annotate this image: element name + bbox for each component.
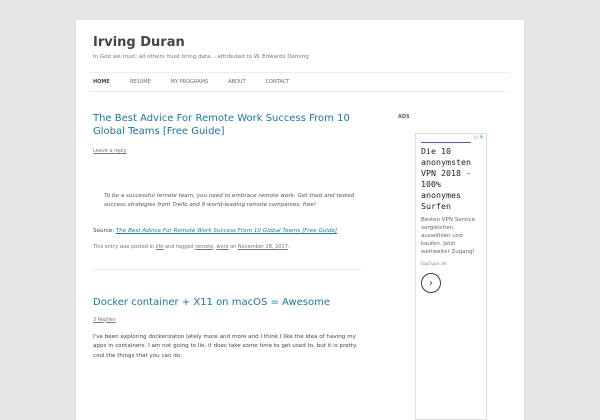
source-label: Source: [93, 227, 115, 234]
post: Docker container + X11 on macOS = Awesom… [93, 296, 363, 362]
post-title[interactable]: Docker container + X11 on macOS = Awesom… [93, 296, 363, 309]
ad-headline[interactable]: Die 10 anonymsten VPN 2018 - 100% anonym… [421, 146, 481, 212]
ad-top-bar [421, 142, 471, 143]
period: . [287, 244, 290, 250]
separator: , [213, 244, 215, 250]
footer-text: and tagged [164, 244, 194, 250]
leave-reply-link[interactable]: Leave a reply [93, 148, 363, 154]
content: The Best Advice For Remote Work Success … [93, 112, 363, 361]
ads-widget-title: ADS [398, 114, 410, 120]
post-title[interactable]: The Best Advice For Remote Work Success … [93, 112, 363, 138]
site-description: In God we trust; all others must bring d… [93, 54, 309, 60]
footer-text: on [230, 244, 237, 250]
date-link[interactable]: November 28, 2017 [238, 244, 288, 250]
ad-url[interactable]: top5vpn.de [421, 262, 481, 267]
ad-body: Besten VPN Service vergleichen, auswähle… [421, 217, 476, 255]
adchoices-close-icon[interactable]: ▷✕ [474, 134, 484, 141]
source-link[interactable]: The Best Advice For Remote Work Success … [116, 228, 337, 234]
page: Irving Duran In God we trust; all others… [76, 20, 524, 420]
tag-link[interactable]: work [216, 244, 228, 250]
post-quote: To be a successful remote team, you need… [104, 192, 355, 209]
main-nav: Home Resume My Programs About Contact [89, 72, 510, 92]
replies-link[interactable]: 3 Replies [93, 317, 363, 323]
post: The Best Advice For Remote Work Success … [93, 112, 363, 253]
nav-my-programs[interactable]: My Programs [171, 79, 208, 85]
site-title[interactable]: Irving Duran [93, 35, 185, 50]
nav-resume[interactable]: Resume [130, 79, 151, 85]
nav-contact[interactable]: Contact [266, 79, 290, 85]
post-footer: This entry was posted in life and tagged… [93, 243, 363, 253]
nav-home[interactable]: Home [93, 79, 110, 85]
tag-link[interactable]: remote [195, 244, 213, 250]
chevron-right-icon[interactable]: › [421, 273, 441, 293]
post-body: I've been exploring dockerizaton lately … [93, 333, 357, 359]
divider [93, 268, 361, 270]
ad-unit[interactable]: ▷✕ Die 10 anonymsten VPN 2018 - 100% ano… [415, 133, 487, 420]
nav-about[interactable]: About [228, 79, 245, 85]
image-placeholder: . [93, 177, 95, 183]
category-link[interactable]: life [156, 244, 164, 250]
footer-text: This entry was posted in [93, 244, 155, 250]
